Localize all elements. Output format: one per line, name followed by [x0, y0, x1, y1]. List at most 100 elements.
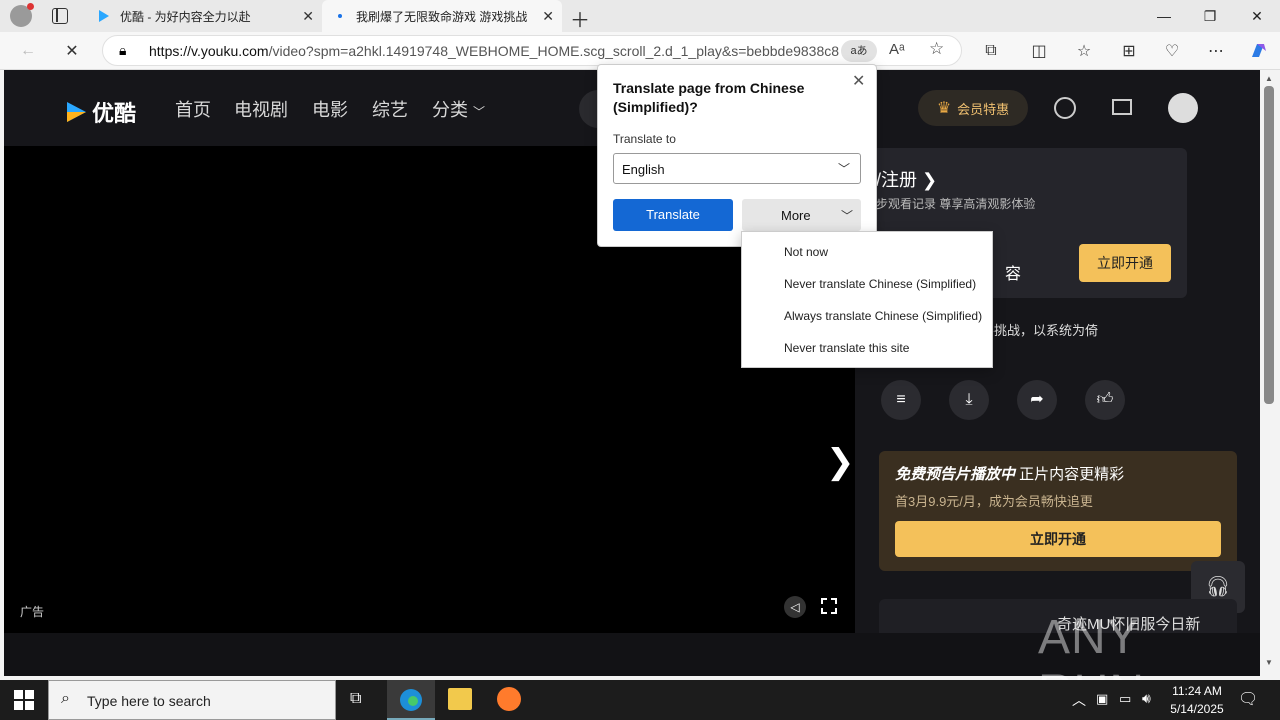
favorites-icon[interactable]: ☆ [1070, 37, 1098, 65]
taskbar-search-input[interactable]: ⌕ Type here to search [48, 680, 336, 720]
vip-open-button[interactable]: 立即开通 [1079, 244, 1171, 282]
back-button[interactable]: ← [14, 37, 42, 65]
settings-more-icon[interactable]: ⋯ [1202, 37, 1230, 65]
menu-never-translate-site[interactable]: Never translate this site [784, 341, 909, 355]
read-aloud-icon[interactable]: Aᵃ [889, 41, 905, 58]
more-button[interactable]: More ﹀ [742, 199, 861, 231]
translate-button[interactable]: Translate [613, 199, 733, 231]
device-icon[interactable] [1112, 99, 1132, 115]
chevron-down-icon: ﹀ [838, 162, 851, 176]
nav-home[interactable]: 首页 [175, 96, 211, 122]
tab-youku-video[interactable]: 我刷爆了无限致命游戏 游戏挑战 ✕ [322, 0, 562, 32]
more-options-menu: Not now Never translate Chinese (Simplif… [741, 231, 993, 368]
login-link[interactable]: /注册 ❯ [876, 166, 937, 192]
new-tab-button[interactable]: ＋ [570, 4, 590, 33]
close-window-button[interactable]: ✕ [1234, 0, 1280, 32]
extensions-icon[interactable]: ⧉ [977, 37, 1005, 65]
search-box[interactable] [579, 90, 599, 128]
chevron-down-icon: ﹀ [841, 209, 854, 223]
youku-logo-icon [67, 102, 86, 122]
search-placeholder: Type here to search [87, 693, 211, 709]
edge-icon [400, 689, 422, 711]
edge-taskbar-button[interactable] [387, 680, 435, 720]
chevron-down-icon: ﹀ [473, 105, 486, 119]
volume-icon[interactable]: ◁ [784, 596, 806, 618]
close-tab-icon[interactable]: ✕ [542, 8, 554, 25]
profile-avatar[interactable] [10, 3, 34, 27]
promo-open-button[interactable]: 立即开通 [895, 521, 1221, 557]
tab-youku-home[interactable]: 优酷 - 为好内容全力以赴 ✕ [86, 0, 322, 32]
windows-start-icon[interactable] [14, 690, 34, 710]
translate-popup: Translate page from Chinese (Simplified)… [597, 64, 877, 247]
nav-tv[interactable]: 电视剧 [234, 96, 288, 122]
nav-variety[interactable]: 综艺 [372, 96, 408, 122]
tray-chevron-up-icon[interactable]: ︿ [1072, 690, 1086, 710]
tray-app-icon[interactable]: ▣ [1096, 691, 1108, 707]
favorite-star-icon[interactable]: ☆ [929, 39, 944, 59]
tab-title: 我刷爆了无限致命游戏 游戏挑战 [356, 9, 528, 24]
url-host: https://v.youku.com [149, 43, 269, 59]
user-avatar[interactable] [1168, 93, 1198, 123]
like-icon[interactable]: 👍︎ [1085, 380, 1125, 420]
language-select[interactable]: English ﹀ [613, 153, 861, 184]
performance-icon[interactable]: ♡ [1158, 37, 1186, 65]
address-bar[interactable]: 🔒︎ https://v.youku.com/video?spm=a2hkl.1… [102, 35, 962, 66]
menu-never-translate-language[interactable]: Never translate Chinese (Simplified) [784, 277, 976, 291]
scroll-up-icon[interactable]: ▲ [1265, 74, 1273, 83]
clock-time[interactable]: 11:24 AM [1169, 684, 1225, 698]
translate-badge[interactable]: aあ [841, 40, 877, 62]
playlist-add-icon[interactable]: ≡ [881, 380, 921, 420]
promo-subtitle: 首3月9.9元/月，成为会员畅快追更 [895, 494, 1093, 509]
url-text[interactable]: https://v.youku.com/video?spm=a2hkl.1491… [149, 43, 839, 59]
minimize-button[interactable]: — [1141, 0, 1187, 32]
restore-button[interactable]: ❐ [1187, 0, 1233, 32]
stop-loading-button[interactable]: ✕ [58, 37, 86, 65]
windows-taskbar: ⌕ Type here to search ⧉ ︿ ▣ ▭ 🔊︎ 11:24 A… [0, 680, 1280, 720]
promo-title: 免费预告片播放中 正片内容更精彩 [895, 463, 1124, 484]
scroll-thumb[interactable] [1264, 86, 1274, 404]
nav-movie[interactable]: 电影 [312, 96, 348, 122]
task-view-icon[interactable]: ⧉ [350, 690, 361, 708]
close-icon[interactable]: ✕ [852, 71, 865, 91]
login-text: /注册 [876, 170, 918, 190]
notifications-icon[interactable]: 🗨︎ [1238, 689, 1258, 709]
url-path: /video?spm=a2hkl.14919748_WEBHOME_HOME.s… [268, 43, 839, 59]
crown-icon: ♛ [936, 100, 952, 117]
lock-icon[interactable]: 🔒︎ [119, 42, 126, 59]
menu-not-now[interactable]: Not now [784, 245, 828, 259]
tab-actions-icon[interactable] [52, 8, 68, 24]
side-panel: /注册 ❯ 步观看记录 尊享高清观影体验 容 立即开通 或至生死游戏，智斗挑战，… [855, 146, 1260, 639]
volume-tray-icon[interactable]: 🔊︎ [1142, 690, 1151, 707]
nav-category-label: 分类 [432, 100, 468, 120]
translate-to-label: Translate to [613, 132, 676, 146]
history-icon[interactable] [1054, 97, 1076, 119]
more-label: More [781, 208, 811, 223]
file-explorer-icon[interactable] [448, 688, 472, 710]
vip-offer-button[interactable]: ♛ 会员特惠 [918, 90, 1028, 126]
page-scrollbar[interactable]: ▲ ▼ [1260, 70, 1280, 676]
nav-category[interactable]: 分类 ﹀ [432, 96, 485, 122]
clock-date[interactable]: 5/14/2025 [1165, 702, 1229, 716]
tab-strip: 优酷 - 为好内容全力以赴 ✕ 我刷爆了无限致命游戏 游戏挑战 ✕ ＋ — ❐ … [0, 0, 1280, 32]
search-icon: ⌕ [61, 690, 70, 707]
split-screen-icon[interactable]: ◫ [1025, 37, 1053, 65]
download-icon[interactable]: ⤓ [949, 380, 989, 420]
vip-card-text: 容 [1005, 266, 1022, 283]
copilot-icon[interactable] [1244, 37, 1272, 65]
tab-title: 优酷 - 为好内容全力以赴 [120, 9, 251, 24]
network-icon[interactable]: ▭ [1119, 691, 1131, 707]
scroll-down-icon[interactable]: ▼ [1265, 658, 1273, 667]
youku-logo[interactable]: 优酷 [64, 96, 136, 128]
login-subtitle: 步观看记录 尊享高清观影体验 [876, 197, 1036, 211]
promo-title-bold: 免费预告片播放中 [895, 466, 1016, 483]
firefox-icon[interactable] [497, 687, 521, 711]
collections-icon[interactable]: ⊞ [1115, 37, 1143, 65]
next-arrow-icon[interactable]: ❯ [826, 442, 855, 482]
youku-favicon-icon [96, 8, 112, 24]
fullscreen-icon[interactable] [821, 598, 837, 614]
close-tab-icon[interactable]: ✕ [302, 8, 314, 25]
ad-label: 广告 [20, 605, 45, 619]
menu-always-translate-language[interactable]: Always translate Chinese (Simplified) [784, 309, 982, 323]
translate-title: Translate page from Chinese (Simplified)… [613, 80, 805, 115]
share-icon[interactable]: ➦ [1017, 380, 1057, 420]
